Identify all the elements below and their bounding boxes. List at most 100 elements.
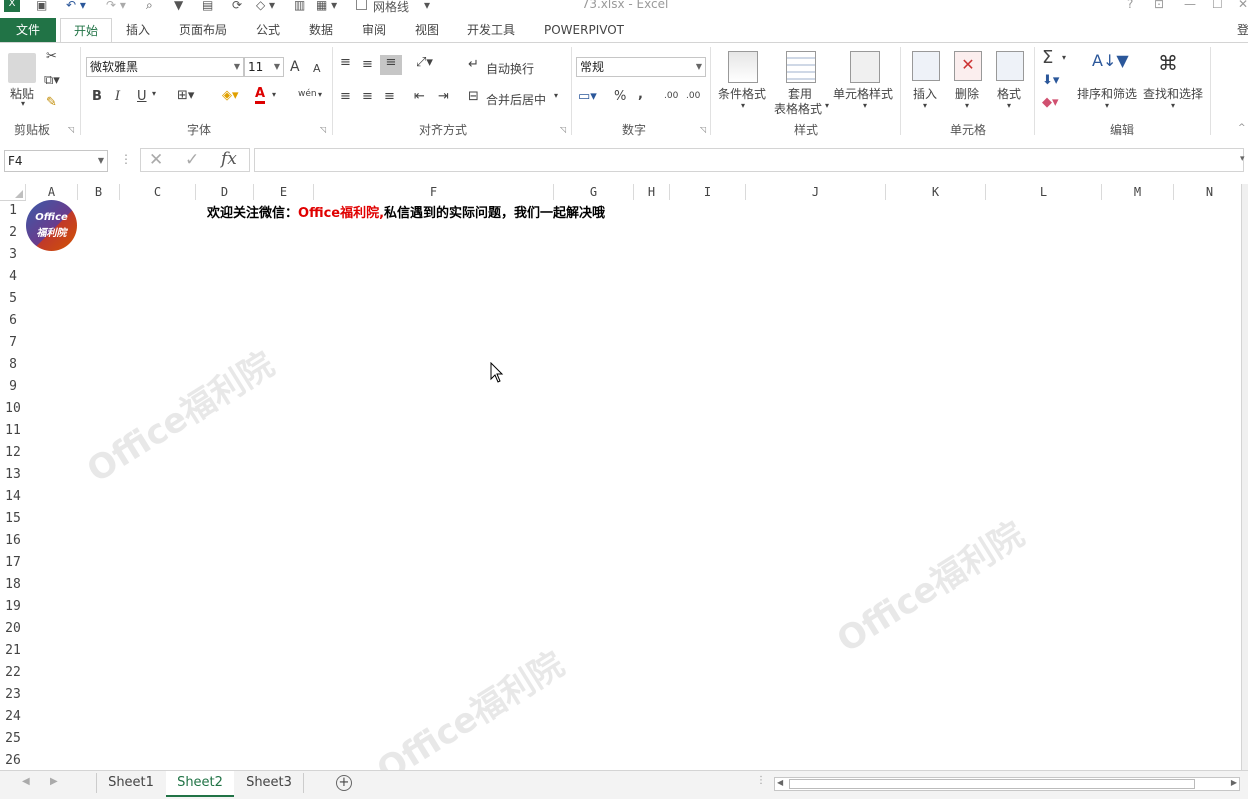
row-header[interactable]: 5 bbox=[0, 288, 26, 310]
row-header[interactable]: 23 bbox=[0, 684, 26, 706]
column-header[interactable]: K bbox=[886, 184, 986, 200]
row-header[interactable]: 4 bbox=[0, 266, 26, 288]
row-header[interactable]: 10 bbox=[0, 398, 26, 420]
merge-center-button[interactable]: 合并后居中 bbox=[486, 91, 546, 108]
percent-button[interactable]: % bbox=[614, 89, 626, 104]
paste-dropdown-icon[interactable]: ▾ bbox=[18, 99, 28, 108]
sheet-tab-2[interactable]: Sheet2 bbox=[166, 771, 234, 797]
copy-icon[interactable]: ⧉▾ bbox=[44, 73, 60, 88]
prev-sheet-icon[interactable]: ◀ bbox=[22, 776, 30, 787]
column-header[interactable]: D bbox=[196, 184, 254, 200]
insert-cells-button[interactable]: 插入 bbox=[908, 85, 942, 102]
underline-button[interactable]: U bbox=[137, 89, 147, 104]
find-dropdown-icon[interactable]: ▾ bbox=[1168, 101, 1178, 110]
border-icon[interactable]: ⊞▾ bbox=[177, 88, 194, 103]
row-header[interactable]: 8 bbox=[0, 354, 26, 376]
autosum-icon[interactable]: Σ bbox=[1042, 47, 1053, 68]
paste-icon[interactable] bbox=[8, 53, 36, 83]
enter-icon[interactable]: ✓ bbox=[185, 150, 199, 170]
insert-dropdown-icon[interactable]: ▾ bbox=[920, 101, 930, 110]
wrap-text-icon[interactable]: ↵ bbox=[468, 57, 479, 72]
row-header[interactable]: 11 bbox=[0, 420, 26, 442]
align-center-icon[interactable]: ≡ bbox=[362, 89, 373, 104]
table-dropdown-icon[interactable]: ▾ bbox=[822, 101, 832, 110]
font-size-select[interactable]: 11 ▼ bbox=[244, 57, 284, 77]
cond-dropdown-icon[interactable]: ▾ bbox=[738, 101, 748, 110]
cut-icon[interactable]: ✂ bbox=[46, 49, 57, 64]
column-header[interactable]: N bbox=[1174, 184, 1246, 200]
scroll-thumb[interactable] bbox=[789, 779, 1195, 789]
comma-button[interactable]: , bbox=[638, 87, 643, 102]
row-header[interactable]: 12 bbox=[0, 442, 26, 464]
row-header[interactable]: 20 bbox=[0, 618, 26, 640]
decrease-decimal-button[interactable]: .00 bbox=[686, 91, 700, 101]
find-select-icon[interactable]: ⌘ bbox=[1158, 51, 1178, 75]
add-sheet-icon[interactable]: + bbox=[336, 775, 352, 791]
clipboard-launcher-icon[interactable]: ◹ bbox=[68, 125, 74, 134]
accounting-format-icon[interactable]: ▭▾ bbox=[578, 89, 597, 104]
column-header[interactable]: I bbox=[670, 184, 746, 200]
sort-filter-button[interactable]: 排序和筛选 bbox=[1074, 85, 1140, 102]
cellstyle-dropdown-icon[interactable]: ▾ bbox=[860, 101, 870, 110]
row-header[interactable]: 22 bbox=[0, 662, 26, 684]
tab-developer[interactable]: 开发工具 bbox=[458, 18, 524, 42]
chart-icon[interactable]: ▥ bbox=[294, 0, 305, 12]
column-header[interactable]: B bbox=[78, 184, 120, 200]
delete-cells-button[interactable]: 删除 bbox=[950, 85, 984, 102]
format-cells-button[interactable]: 格式 bbox=[992, 85, 1026, 102]
increase-decimal-button[interactable]: .00 bbox=[664, 91, 678, 101]
row-header[interactable]: 15 bbox=[0, 508, 26, 530]
row-header[interactable]: 25 bbox=[0, 728, 26, 750]
font-color-button[interactable]: A bbox=[255, 87, 266, 104]
align-middle-icon[interactable]: ≡ bbox=[362, 57, 373, 72]
phonetic-dropdown-icon[interactable]: ▾ bbox=[318, 90, 322, 99]
row-header[interactable]: 6 bbox=[0, 310, 26, 332]
splitter-icon[interactable]: ⋮ bbox=[756, 775, 766, 786]
number-launcher-icon[interactable]: ◹ bbox=[700, 125, 706, 134]
redo-icon[interactable]: ↷ ▾ bbox=[106, 0, 126, 12]
scroll-left-icon[interactable]: ◀ bbox=[777, 778, 783, 787]
font-launcher-icon[interactable]: ◹ bbox=[320, 125, 326, 134]
shape-icon[interactable]: ◇ ▾ bbox=[256, 0, 275, 12]
row-header[interactable]: 14 bbox=[0, 486, 26, 508]
column-header[interactable]: L bbox=[986, 184, 1102, 200]
italic-button[interactable]: I bbox=[115, 89, 120, 104]
conditional-format-icon[interactable] bbox=[728, 51, 758, 83]
insert-function-button[interactable]: fx bbox=[221, 149, 237, 169]
tab-home[interactable]: 开始 bbox=[60, 18, 112, 43]
sort-filter-icon[interactable]: A↓▼ bbox=[1092, 51, 1129, 70]
close-icon[interactable]: ✕ bbox=[1238, 0, 1248, 11]
fill-color-icon[interactable]: ◈▾ bbox=[222, 88, 239, 103]
column-header[interactable]: E bbox=[254, 184, 314, 200]
undo-icon[interactable]: ↶ ▾ bbox=[66, 0, 86, 12]
sort-dropdown-icon[interactable]: ▾ bbox=[1102, 101, 1112, 110]
column-header[interactable]: A bbox=[26, 184, 78, 200]
tab-review[interactable]: 审阅 bbox=[352, 18, 396, 42]
row-header[interactable]: 7 bbox=[0, 332, 26, 354]
minimize-icon[interactable]: — bbox=[1184, 0, 1196, 11]
format-table-icon[interactable] bbox=[786, 51, 816, 83]
conditional-format-button[interactable]: 条件格式 bbox=[714, 85, 770, 102]
tab-page-layout[interactable]: 页面布局 bbox=[170, 18, 236, 42]
next-sheet-icon[interactable]: ▶ bbox=[50, 776, 58, 787]
print-preview-icon[interactable]: ⌕ bbox=[146, 0, 153, 12]
tab-view[interactable]: 视图 bbox=[405, 18, 449, 42]
cancel-icon[interactable]: ✕ bbox=[149, 150, 163, 170]
row-header[interactable]: 9 bbox=[0, 376, 26, 398]
name-box[interactable]: F4 ▼ bbox=[4, 150, 108, 172]
align-right-icon[interactable]: ≡ bbox=[384, 89, 395, 104]
worksheet-grid[interactable]: Office福利院 Office福利院 Office福利院 Office 福利院… bbox=[26, 200, 1241, 791]
filter-icon[interactable]: ▼ bbox=[174, 0, 183, 12]
font-color-dropdown-icon[interactable]: ▾ bbox=[272, 90, 276, 99]
bold-button[interactable]: B bbox=[92, 89, 102, 104]
autosum-dropdown-icon[interactable]: ▾ bbox=[1062, 53, 1066, 62]
row-header[interactable]: 24 bbox=[0, 706, 26, 728]
align-bottom-icon[interactable]: ≡ bbox=[380, 55, 402, 75]
sheet-tab-3[interactable]: Sheet3 bbox=[238, 771, 300, 795]
row-header[interactable]: 21 bbox=[0, 640, 26, 662]
gridlines-checkbox[interactable] bbox=[356, 0, 367, 10]
collapse-ribbon-icon[interactable]: ^ bbox=[1238, 123, 1246, 133]
help-button[interactable]: ? bbox=[1127, 0, 1133, 11]
row-header[interactable]: 18 bbox=[0, 574, 26, 596]
welcome-cell[interactable]: 欢迎关注微信：Office福利院,私信遇到的实际问题，我们一起解决哦 bbox=[207, 202, 605, 221]
